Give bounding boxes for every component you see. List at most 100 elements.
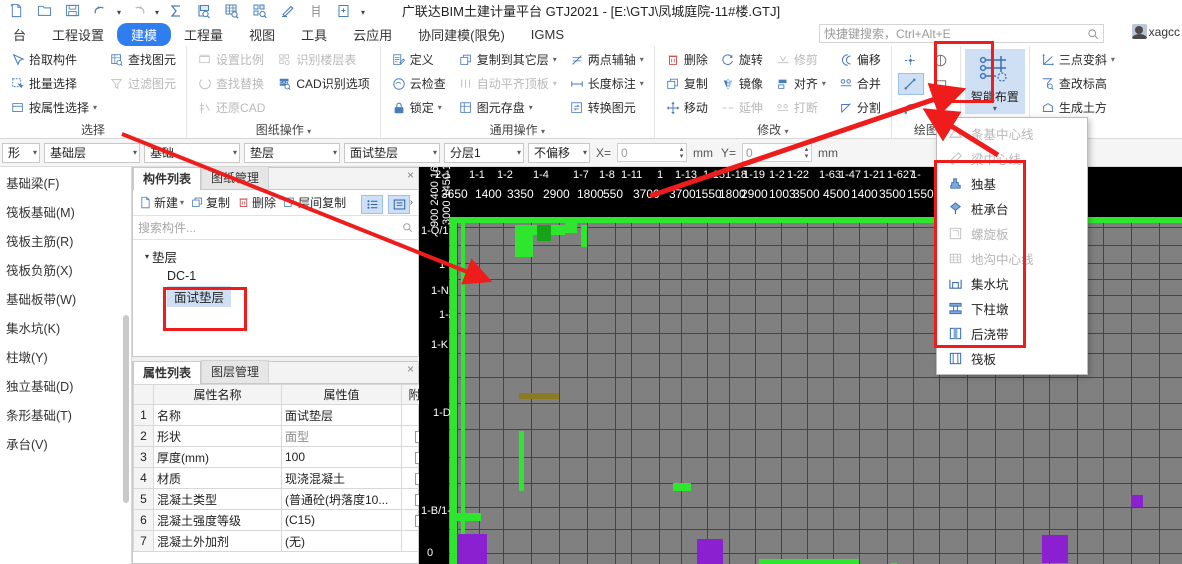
- chevron-down-icon[interactable]: ▾: [993, 105, 997, 113]
- chevron-down-icon[interactable]: ▾: [429, 148, 437, 157]
- row-property-value[interactable]: 现浇混凝土: [281, 467, 402, 489]
- menu-item-drop-panel[interactable]: 下柱墩: [937, 296, 1087, 321]
- ribbon-length-dimension[interactable]: 长度标注 ▾: [566, 72, 647, 95]
- component-search-input[interactable]: 搜索构件...: [133, 216, 418, 240]
- report-search-icon[interactable]: [190, 1, 218, 21]
- row-property-value[interactable]: 面试垫层: [281, 404, 402, 426]
- row-property-value[interactable]: (C15): [281, 509, 402, 531]
- chevron-down-icon[interactable]: ▾: [640, 79, 644, 88]
- nav-item-isolated-foundation[interactable]: 独立基础(D): [0, 371, 131, 400]
- save-icon[interactable]: [58, 1, 86, 21]
- table-row[interactable]: 3 厚度(mm) 100: [133, 446, 440, 468]
- tree-item-selected[interactable]: 面试垫层: [141, 285, 418, 307]
- ribbon-three-point-slope[interactable]: 三点变斜 ▾: [1037, 48, 1118, 71]
- ribbon-batch-select[interactable]: 批量选择: [7, 72, 100, 95]
- chevron-down-icon[interactable]: ▾: [553, 55, 557, 64]
- close-icon[interactable]: ×: [407, 169, 414, 181]
- combo-component[interactable]: 面试垫层 ▾: [344, 142, 440, 163]
- combo-offset[interactable]: 不偏移 ▾: [528, 142, 590, 163]
- menu-item-modeling[interactable]: 建模: [117, 22, 172, 46]
- nav-item-sump-pit[interactable]: 集水坑(K): [0, 313, 131, 342]
- arc-icon[interactable]: [898, 97, 924, 119]
- insert-sheet-icon[interactable]: [330, 1, 358, 21]
- copy-between-floors-button[interactable]: 层间复制: [280, 194, 348, 211]
- nav-scrollbar[interactable]: [123, 315, 129, 503]
- menu-item-sump-pit[interactable]: 集水坑: [937, 271, 1087, 296]
- tab-property-list[interactable]: 属性列表: [133, 361, 202, 384]
- line-icon[interactable]: [897, 73, 924, 95]
- table-search-icon[interactable]: [218, 1, 246, 21]
- close-icon[interactable]: ×: [407, 363, 414, 375]
- circle-icon[interactable]: [928, 49, 954, 71]
- delete-component-button[interactable]: 删除: [234, 194, 278, 211]
- chevron-down-icon[interactable]: ▾: [438, 103, 442, 112]
- ribbon-mirror[interactable]: 镜像: [717, 72, 766, 95]
- ribbon-check-elevation[interactable]: 查改标高: [1037, 72, 1118, 95]
- new-component-button[interactable]: 新建 ▾: [136, 194, 186, 211]
- ribbon-lock[interactable]: 锁定 ▾: [388, 96, 449, 119]
- ribbon-two-point-axis[interactable]: 两点辅轴 ▾: [566, 48, 647, 71]
- y-input[interactable]: 0 ▴ ▾: [742, 143, 813, 162]
- ribbon-merge[interactable]: 合并: [835, 72, 884, 95]
- arc-caret-icon[interactable]: ▾: [928, 97, 954, 119]
- nav-item-raft-negative-bar[interactable]: 筏板负筋(X): [0, 255, 131, 284]
- chevron-down-icon[interactable]: ▾: [180, 198, 184, 207]
- ribbon-generate-earthwork[interactable]: 生成土方: [1037, 96, 1118, 119]
- user-account[interactable]: xagcc: [1131, 24, 1180, 39]
- tab-layer-management[interactable]: 图层管理: [201, 360, 270, 383]
- smart-layout-button[interactable]: 智能布置 ▾: [964, 49, 1025, 114]
- chevron-down-icon[interactable]: ▾: [529, 103, 533, 112]
- tree-item-dc1[interactable]: DC-1: [141, 266, 418, 286]
- tab-component-list[interactable]: 构件列表: [133, 167, 202, 190]
- menu-item-view[interactable]: 视图: [236, 23, 288, 46]
- combo-category[interactable]: 基础 ▾: [144, 142, 240, 163]
- ribbon-select-by-attribute[interactable]: 按属性选择 ▾: [7, 96, 100, 119]
- point-icon[interactable]: [898, 49, 924, 71]
- menu-item-quantity[interactable]: 工程量: [171, 23, 236, 46]
- combo-type[interactable]: 垫层 ▾: [244, 142, 340, 163]
- detail-view-icon[interactable]: [388, 195, 410, 214]
- menu-item-platform[interactable]: 台: [0, 23, 39, 46]
- nav-item-strip-foundation[interactable]: 条形基础(T): [0, 400, 131, 429]
- rectangle-icon[interactable]: [928, 73, 954, 95]
- y-spinner[interactable]: ▴ ▾: [802, 143, 811, 162]
- list-view-icon[interactable]: [361, 195, 383, 214]
- ribbon-find-element[interactable]: 查找图元: [106, 48, 179, 71]
- chevron-down-icon[interactable]: ▾: [579, 148, 587, 157]
- menu-item-cloud-apps[interactable]: 云应用: [340, 23, 405, 46]
- table-row[interactable]: 4 材质 现浇混凝土: [133, 467, 440, 489]
- menu-item-raft-slab[interactable]: 筏板: [937, 346, 1087, 371]
- menu-item-post-cast-strip[interactable]: 后浇带: [937, 321, 1087, 346]
- menu-item-igms[interactable]: IGMS: [518, 25, 577, 44]
- chevron-down-icon[interactable]: ▾: [329, 148, 337, 157]
- chevron-down-icon[interactable]: ▾: [129, 148, 137, 157]
- nav-item-foundation-slab-band[interactable]: 基础板带(W): [0, 284, 131, 313]
- layout-search-icon[interactable]: [246, 1, 274, 21]
- table-row[interactable]: 7 混凝土外加剂 (无): [133, 530, 440, 552]
- tree-group-cushion[interactable]: ▾ 垫层: [141, 246, 418, 266]
- ladder-icon[interactable]: [302, 1, 330, 21]
- chevron-down-icon[interactable]: ▾: [513, 148, 521, 157]
- ribbon-define[interactable]: 定义: [388, 48, 449, 71]
- tab-drawing-management[interactable]: 图纸管理: [201, 166, 270, 189]
- row-property-value[interactable]: (无): [281, 530, 402, 552]
- chevron-down-icon[interactable]: ▾: [822, 79, 826, 88]
- ribbon-rotate[interactable]: 旋转: [717, 48, 766, 71]
- ribbon-align[interactable]: 对齐 ▾: [772, 72, 829, 95]
- row-property-value[interactable]: (普通砼(坍落度10...: [281, 488, 402, 510]
- menu-item-project-settings[interactable]: 工程设置: [39, 23, 117, 46]
- ribbon-copy-to-layer[interactable]: 复制到其它层 ▾: [455, 48, 560, 71]
- ribbon-cad-recognize-options[interactable]: CAD CAD识别选项: [274, 72, 372, 95]
- combo-layer[interactable]: 分层1 ▾: [444, 142, 524, 163]
- combo-shape[interactable]: 形 ▾: [2, 142, 40, 163]
- row-property-value[interactable]: 100: [281, 446, 402, 468]
- nav-item-pile-cap[interactable]: 承台(V): [0, 429, 131, 458]
- copy-component-button[interactable]: 复制: [188, 194, 232, 211]
- menu-item-tools[interactable]: 工具: [288, 23, 340, 46]
- table-row[interactable]: 5 混凝土类型 (普通砼(坍落度10...: [133, 488, 440, 510]
- combo-floor[interactable]: 基础层 ▾: [44, 142, 140, 163]
- redo-caret-icon[interactable]: ▾: [152, 1, 162, 21]
- chevron-down-icon[interactable]: ▾: [93, 103, 97, 112]
- chevron-down-icon[interactable]: ▾: [1111, 55, 1115, 64]
- undo-caret-icon[interactable]: ▾: [114, 1, 124, 21]
